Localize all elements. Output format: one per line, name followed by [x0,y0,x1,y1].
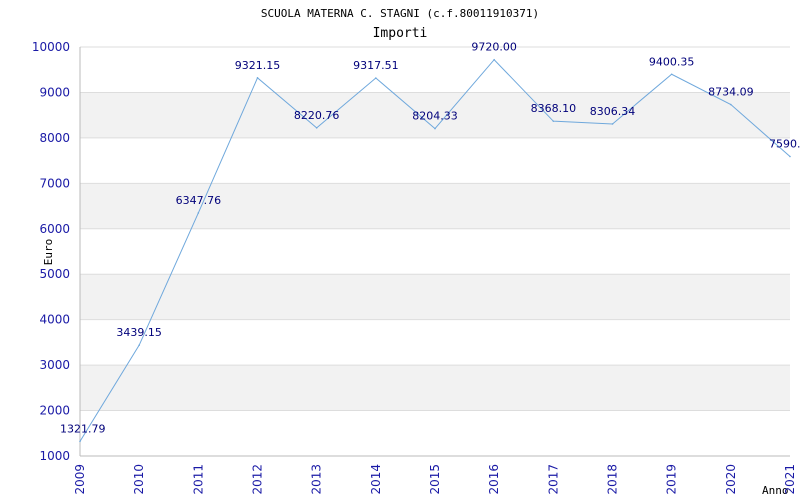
data-point [434,127,436,130]
x-tick-label: 2021 [783,464,797,495]
x-tick-label: 2014 [369,464,383,495]
x-tick-label: 2011 [191,464,205,495]
y-tick-label: 9000 [39,85,70,99]
y-tick-label: 10000 [32,40,70,54]
y-tick-label: 1000 [39,449,70,463]
y-tick-label: 7000 [39,176,70,190]
x-tick-label: 2020 [724,464,738,495]
grid-band [80,274,790,320]
x-tick-label: 2018 [606,464,620,495]
x-tick-labels: 2009 2010 2011 2012 2013 2014 2015 2016 2017 2018… [73,464,797,495]
x-tick-label: 2010 [132,464,146,495]
y-tick-label: 4000 [39,313,70,327]
data-point [552,120,555,122]
data-point [197,212,200,214]
data-point [493,58,495,61]
data-label: 9321.15 [235,59,281,72]
x-tick-label: 2019 [665,464,679,495]
data-point [670,73,673,76]
data-point [315,127,318,129]
y-tick-label: 6000 [39,222,70,236]
data-label: 6347.76 [176,194,222,207]
x-tick-label: 2012 [251,464,265,495]
y-tick-label: 2000 [39,404,70,418]
chart-title: SCUOLA MATERNA C. STAGNI (c.f.8001191037… [261,7,539,20]
data-label: 8368.10 [531,102,577,115]
data-label: 9317.51 [353,59,399,72]
y-tick-label: 5000 [39,267,70,281]
data-point [375,77,377,79]
x-tick-label: 2016 [487,464,501,495]
x-tick-label: 2017 [546,464,560,495]
grid-bands [80,92,790,411]
data-label: 7590.7 [769,137,800,150]
y-tick-label: 8000 [39,131,70,145]
x-tick-label: 2009 [73,464,87,495]
x-tick-label: 2013 [310,464,324,495]
chart: SCUOLA MATERNA C. STAGNI (c.f.8001191037… [0,0,800,500]
data-point [611,123,614,125]
data-label: 8204.33 [412,110,458,123]
data-label: 3439.15 [116,326,162,339]
data-label: 9400.35 [649,55,695,68]
grid-band [80,365,790,411]
chart-canvas: SCUOLA MATERNA C. STAGNI (c.f.8001191037… [32,7,800,497]
data-label: 8220.76 [294,109,340,122]
data-label: 1321.79 [60,422,106,435]
data-point [730,103,732,106]
y-axis-label: Euro [42,239,55,266]
data-label: 9720.00 [471,41,517,54]
y-tick-label: 3000 [39,358,70,372]
data-point [138,344,140,346]
chart-subtitle: Importi [373,26,428,41]
data-point [79,440,81,443]
data-label: 8306.34 [590,105,636,118]
data-label: 8734.09 [708,86,754,99]
data-point [256,77,259,79]
x-tick-label: 2015 [428,464,442,495]
data-point [789,155,791,158]
